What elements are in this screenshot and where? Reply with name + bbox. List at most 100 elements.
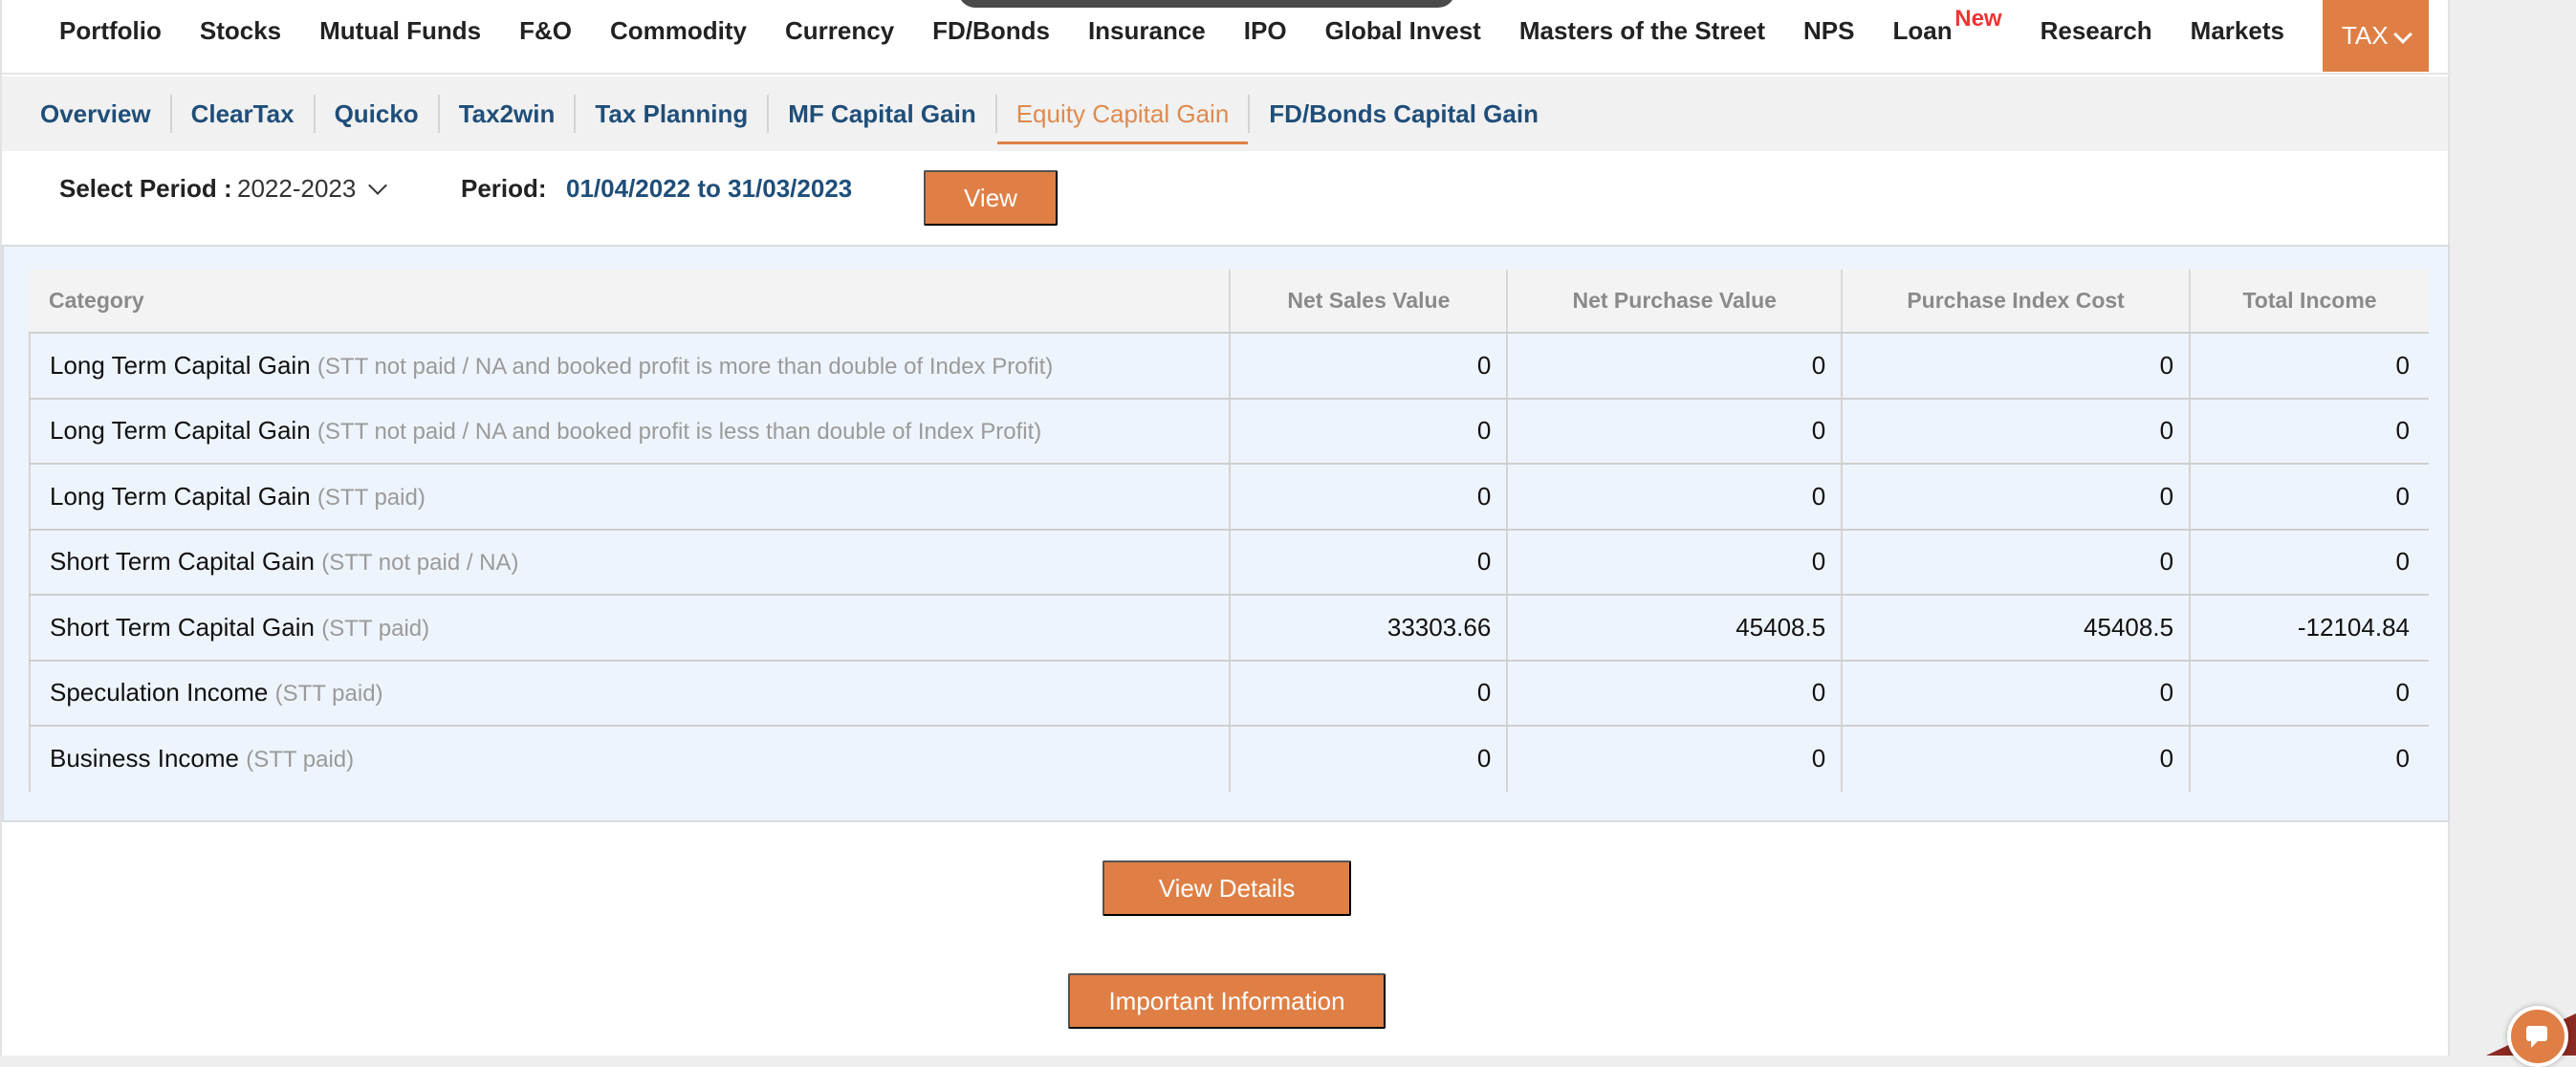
table-header-row: Category Net Sales Value Net Purchase Va…	[30, 270, 2429, 334]
category-cell: Short Term Capital Gain (STT paid)	[28, 595, 1232, 662]
category-note: (STT paid)	[317, 484, 426, 511]
net-sales-cell: 0	[1230, 726, 1509, 792]
period-select[interactable]: 2022-2023	[237, 174, 388, 204]
net-sales-cell: 0	[1230, 660, 1509, 727]
tab-equity-capital-gain[interactable]: Equity Capital Gain	[996, 95, 1251, 144]
nav-fno[interactable]: F&O	[519, 0, 572, 61]
tab-mf-capital-gain[interactable]: MF Capital Gain	[769, 95, 997, 133]
category-note: (STT paid)	[246, 747, 355, 773]
new-badge: New	[1954, 6, 2002, 32]
period-row: Select Period : 2022-2023 Period: 01/04/…	[2, 153, 2448, 245]
net-sales-cell: 0	[1230, 398, 1509, 465]
page: Portfolio Stocks Mutual Funds F&O Commod…	[0, 0, 2452, 1056]
tab-tax2win[interactable]: Tax2win	[440, 95, 577, 133]
net-sales-cell: 0	[1230, 529, 1509, 596]
table-row: Short Term Capital Gain (STT not paid / …	[28, 529, 2429, 596]
period-select-value: 2022-2023	[237, 174, 357, 203]
nav-loan-label: Loan	[1892, 15, 1953, 45]
main-nav: Portfolio Stocks Mutual Funds F&O Commod…	[2, 0, 2452, 75]
net-purchase-cell: 0	[1507, 464, 1844, 531]
view-button[interactable]: View	[924, 170, 1058, 226]
nav-nps[interactable]: NPS	[1803, 0, 1854, 61]
total-income-cell: -12104.84	[2190, 595, 2429, 662]
category-cell: Long Term Capital Gain (STT not paid / N…	[28, 398, 1232, 465]
tab-cleartax[interactable]: ClearTax	[172, 95, 316, 133]
category-name: Long Term Capital Gain	[50, 416, 311, 446]
view-details-button[interactable]: View Details	[1102, 860, 1351, 916]
column-header-purchase-index-cost: Purchase Index Cost	[1842, 270, 2192, 334]
select-period-label: Select Period :	[59, 174, 232, 203]
index-cost-cell: 0	[1842, 726, 2192, 792]
nav-markets[interactable]: Markets	[2191, 0, 2284, 61]
column-header-net-purchase-value: Net Purchase Value	[1507, 270, 1844, 334]
index-cost-cell: 0	[1842, 398, 2192, 465]
nav-global-invest[interactable]: Global Invest	[1325, 0, 1481, 61]
table-row: Speculation Income (STT paid) 0 0 0 0	[28, 660, 2429, 727]
index-cost-cell: 0	[1842, 464, 2192, 531]
nav-loan[interactable]: Loan New	[1892, 0, 2001, 61]
column-header-total-income: Total Income	[2190, 270, 2429, 334]
sub-nav: Overview ClearTax Quicko Tax2win Tax Pla…	[2, 76, 2448, 151]
total-income-cell: 0	[2190, 660, 2429, 727]
table-row: Long Term Capital Gain (STT paid) 0 0 0 …	[28, 464, 2429, 531]
nav-insurance[interactable]: Insurance	[1088, 0, 1206, 61]
category-name: Short Term Capital Gain	[50, 547, 315, 577]
net-sales-cell: 0	[1230, 333, 1509, 400]
nav-mutual-funds[interactable]: Mutual Funds	[319, 0, 481, 61]
nav-commodity[interactable]: Commodity	[610, 0, 747, 61]
category-name: Business Income	[50, 744, 239, 773]
period-label: Period:	[461, 174, 547, 203]
table-row: Long Term Capital Gain (STT not paid / N…	[28, 333, 2429, 400]
tab-overview[interactable]: Overview	[21, 95, 172, 133]
total-income-cell: 0	[2190, 529, 2429, 596]
total-income-cell: 0	[2395, 744, 2410, 773]
important-information-button[interactable]: Important Information	[1068, 973, 1386, 1029]
category-note: (STT paid)	[274, 681, 383, 708]
table-row: Long Term Capital Gain (STT not paid / N…	[28, 398, 2429, 465]
index-cost-cell: 0	[1842, 333, 2192, 400]
tab-fd-bonds-capital-gain[interactable]: FD/Bonds Capital Gain	[1250, 95, 1558, 133]
nav-masters-of-the-street[interactable]: Masters of the Street	[1519, 0, 1765, 61]
category-name: Long Term Capital Gain	[50, 350, 311, 380]
index-cost-cell: 45408.5	[1842, 595, 2192, 662]
chevron-down-icon	[2392, 24, 2412, 44]
category-cell: Long Term Capital Gain (STT paid)	[28, 464, 1232, 531]
category-cell: Speculation Income (STT paid)	[28, 660, 1232, 727]
chat-button[interactable]	[2507, 1006, 2568, 1067]
chevron-down-icon	[368, 175, 388, 195]
net-purchase-cell: 0	[1507, 398, 1844, 465]
column-header-net-sales-value: Net Sales Value	[1230, 270, 1509, 334]
tab-tax-planning[interactable]: Tax Planning	[576, 95, 770, 133]
category-name: Short Term Capital Gain	[50, 612, 315, 642]
nav-portfolio[interactable]: Portfolio	[59, 0, 162, 61]
category-cell: Long Term Capital Gain (STT not paid / N…	[28, 333, 1232, 400]
nav-stocks[interactable]: Stocks	[200, 0, 281, 61]
net-sales-cell: 0	[1230, 464, 1509, 531]
chat-icon	[2526, 1026, 2547, 1048]
category-cell: Short Term Capital Gain (STT not paid / …	[28, 529, 1232, 596]
category-note: (STT paid)	[321, 615, 430, 642]
nav-research[interactable]: Research	[2041, 0, 2152, 61]
net-purchase-cell: 45408.5	[1507, 595, 1844, 662]
net-sales-cell: 33303.66	[1230, 595, 1509, 662]
nav-fd-bonds[interactable]: FD/Bonds	[932, 0, 1050, 61]
category-cell: Business Income (STT paid)	[28, 726, 1232, 792]
tab-quicko[interactable]: Quicko	[316, 95, 440, 133]
nav-currency[interactable]: Currency	[785, 0, 894, 61]
net-purchase-cell: 0	[1507, 726, 1844, 792]
category-note: (STT not paid / NA)	[321, 550, 519, 577]
column-header-category: Category	[30, 270, 1232, 334]
category-note: (STT not paid / NA and booked profit is …	[317, 353, 1054, 380]
index-cost-cell: 0	[1842, 660, 2192, 727]
table-row: Short Term Capital Gain (STT paid) 33303…	[28, 595, 2429, 662]
nav-ipo[interactable]: IPO	[1244, 0, 1287, 61]
nav-tax-label: TAX	[2341, 21, 2389, 50]
index-cost-cell: 0	[1842, 529, 2192, 596]
net-purchase-cell: 0	[1507, 660, 1844, 727]
net-purchase-cell: 0	[1507, 333, 1844, 400]
total-income-cell: 0	[2190, 333, 2429, 400]
category-note: (STT not paid / NA and booked profit is …	[317, 419, 1042, 446]
net-purchase-cell: 0	[1507, 529, 1844, 596]
total-income-cell: 0	[2190, 398, 2429, 465]
nav-tax[interactable]: TAX	[2322, 0, 2429, 72]
